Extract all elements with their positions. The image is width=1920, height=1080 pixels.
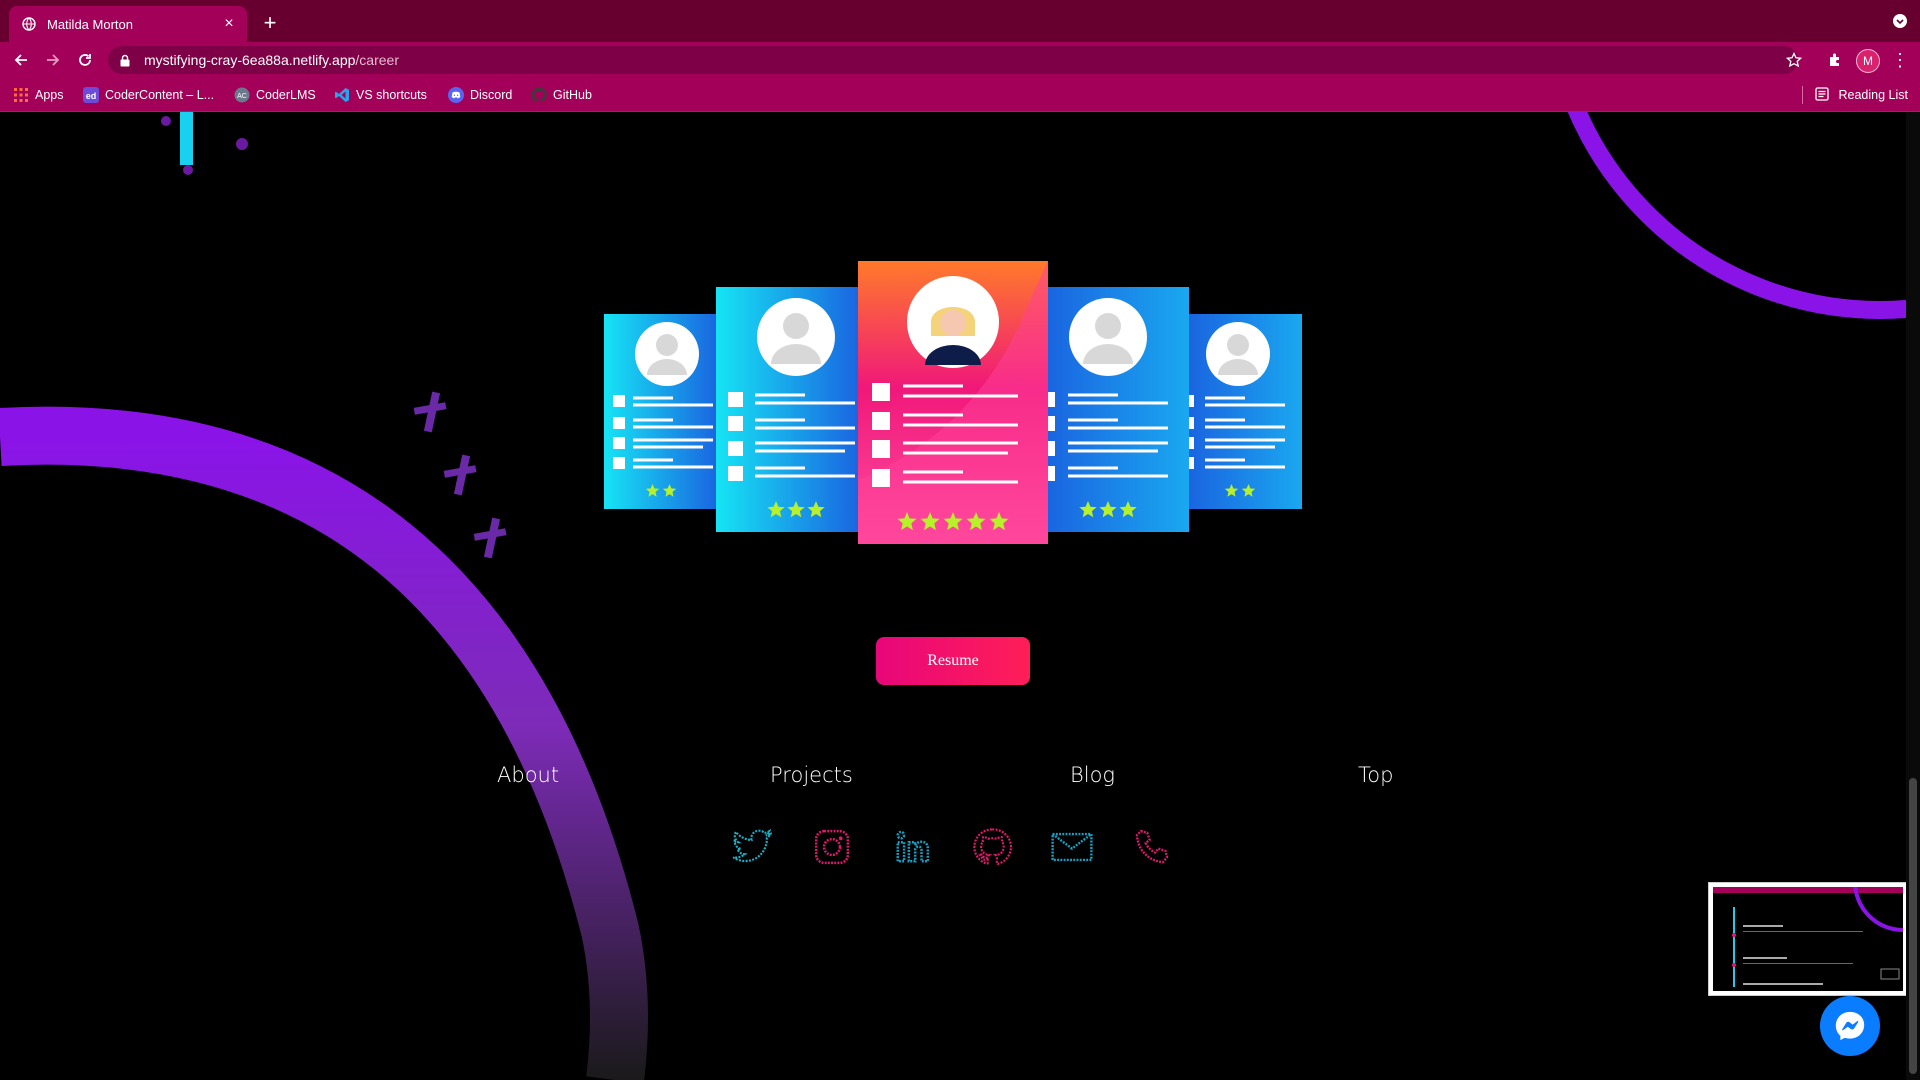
forward-icon[interactable] [41,48,65,72]
bookmark-label: VS shortcuts [356,88,427,102]
scroll-thumb[interactable] [1909,778,1917,1074]
bookmarks-bar: Apps ed CoderContent – L... AC CoderLMS … [0,78,1920,112]
ed-icon: ed [83,87,99,103]
resume-card [1188,314,1302,509]
bookmark-vs-shortcuts[interactable]: VS shortcuts [334,86,427,104]
apps-grid-icon [13,87,29,103]
decor-ring-bottom-left [0,406,648,1080]
discord-icon [448,87,464,103]
divider [1801,86,1803,104]
bookmark-label: Discord [470,88,513,102]
tab-search-icon[interactable] [1892,13,1908,29]
svg-text:AC: AC [237,93,247,100]
bookmark-discord[interactable]: Discord [448,86,512,104]
github-icon[interactable] [970,825,1014,869]
footer-link-blog[interactable]: Blog [1070,763,1115,787]
bookmark-label: CoderContent – L... [105,88,215,102]
bookmark-apps[interactable]: Apps [13,86,64,104]
reading-list-button[interactable]: Reading List [1801,86,1909,104]
svg-text:ed: ed [86,91,97,101]
github-icon [531,87,547,103]
resume-button[interactable]: Resume [876,637,1030,685]
url-host: mystifying-cray-6ea88a.netlify.app [144,52,356,68]
messenger-icon [1835,1011,1865,1041]
browser-toolbar: mystifying-cray-6ea88a.netlify.app/caree… [0,42,1920,78]
decor-dot [236,138,248,150]
back-icon[interactable] [9,48,33,72]
footer-link-projects[interactable]: Projects [770,763,853,787]
chat-preview-thumbnail[interactable] [1708,882,1906,996]
vscode-icon [334,87,350,103]
phone-icon[interactable] [1130,825,1174,869]
coder-logo-icon: AC [234,87,250,103]
bookmark-star-icon[interactable] [1782,48,1806,72]
bookmark-label: CoderLMS [256,88,316,102]
email-icon[interactable] [1050,825,1094,869]
resume-card [716,287,860,532]
new-tab-icon[interactable]: + [258,12,282,36]
browser-menu-icon[interactable]: ⋮ [1890,48,1910,72]
reading-list-icon [1814,87,1831,103]
bookmark-label: Apps [35,88,64,102]
resume-cards-illustration [604,261,1302,544]
page-viewport: Resume About Projects Blog Top [0,112,1906,1080]
resume-card [604,314,718,509]
reading-list-label: Reading List [1838,88,1909,102]
resume-card-featured [858,261,1048,544]
profile-avatar[interactable]: M [1856,49,1880,73]
tab-title: Matilda Morton [47,16,133,32]
tab-strip: Matilda Morton × + [0,0,1920,42]
resume-card [1045,287,1189,532]
decor-dot [183,165,193,175]
decor-ring-top-right [1567,112,1906,319]
footer-link-about[interactable]: About [497,763,559,787]
decor-crosses [413,391,507,559]
globe-icon [21,16,37,32]
url-path: /career [355,52,399,68]
bookmark-coderlms[interactable]: AC CoderLMS [234,86,316,104]
preview-content [1713,887,1903,991]
footer-link-top[interactable]: Top [1358,763,1393,787]
reload-icon[interactable] [73,48,97,72]
page-scrollbar[interactable] [1906,112,1920,1080]
browser-tab[interactable]: Matilda Morton × [9,6,247,42]
bookmark-github[interactable]: GitHub [531,86,592,104]
address-bar[interactable]: mystifying-cray-6ea88a.netlify.app/caree… [108,46,1798,74]
linkedin-icon[interactable] [890,825,934,869]
bookmark-codercontent[interactable]: ed CoderContent – L... [83,86,214,104]
bookmark-label: GitHub [553,88,592,102]
messenger-chat-button[interactable] [1820,996,1880,1056]
decor-bar [180,112,193,165]
extensions-icon[interactable] [1823,48,1847,72]
instagram-icon[interactable] [810,825,854,869]
decor-dot [161,116,171,126]
close-tab-icon[interactable]: × [219,14,239,34]
lock-icon [120,54,134,67]
twitter-icon[interactable] [730,825,774,869]
background-decor [0,112,1906,1080]
